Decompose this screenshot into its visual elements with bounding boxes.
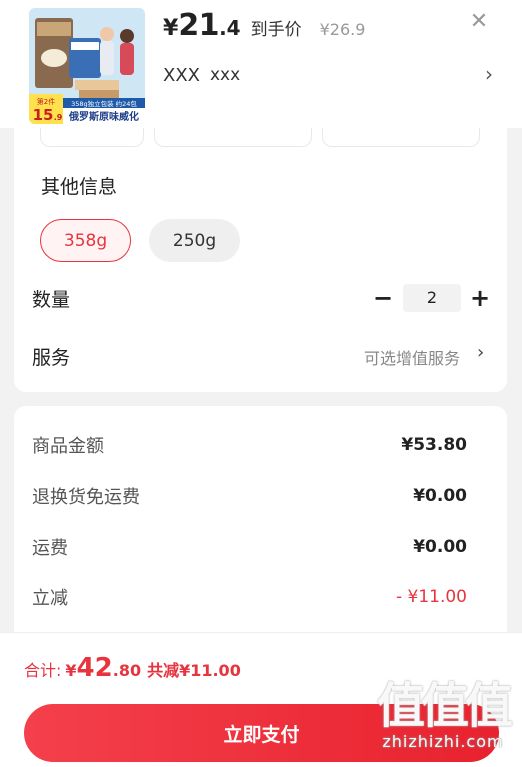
option-250g[interactable]: 250g — [149, 219, 240, 262]
discount-value: - ¥11.00 — [395, 587, 467, 607]
final-price-label: 到手价 — [250, 20, 302, 40]
price-integer: 21 — [178, 8, 220, 43]
quantity-increase-button[interactable]: + — [469, 285, 491, 311]
price-decimal: .4 — [219, 16, 241, 40]
breakdown-row-discount: 立减 - ¥11.00 — [32, 582, 467, 612]
quantity-value[interactable]: 2 — [403, 284, 461, 312]
breakdown-label: 退换货免运费 — [32, 487, 140, 508]
close-icon[interactable]: ✕ — [467, 10, 491, 34]
promo-badge-price: 15 — [33, 106, 54, 124]
options-card: 其他信息 358g 250g 数量 − 2 + 服务 可选增值服务 › — [14, 128, 507, 392]
option-chip-partial[interactable] — [40, 128, 144, 147]
breakdown-value: ¥53.80 — [401, 435, 467, 455]
breakdown-row-goods: 商品金额 ¥53.80 — [32, 430, 467, 460]
breakdown-value: ¥0.00 — [413, 486, 467, 506]
breakdown-label: 立减 — [32, 588, 68, 609]
promo-badge-top: 第2件 — [37, 97, 55, 106]
watermark-logo: 值值值 — [376, 678, 513, 734]
total-decimal: .80 — [112, 661, 142, 680]
spec-main: XXX — [163, 64, 200, 86]
original-price: ¥26.9 — [319, 20, 366, 39]
chevron-right-icon[interactable]: › — [477, 342, 484, 363]
breakdown-row-return-shipping: 退换货免运费 ¥0.00 — [32, 481, 467, 511]
product-thumbnail: 第2件 15 .9 358g独立包装 约24包 俄罗斯原味威化 — [29, 8, 145, 124]
product-summary: 第2件 15 .9 358g独立包装 约24包 俄罗斯原味威化 ¥ 21 .4 … — [0, 0, 522, 128]
banner-text: 俄罗斯原味威化 — [68, 110, 139, 123]
total-currency: ¥ — [65, 661, 77, 680]
pack-caption: 358g独立包装 约24包 — [71, 99, 137, 108]
price-currency: ¥ — [163, 16, 179, 41]
option-chip-partial[interactable] — [322, 128, 480, 147]
promo-badge-price-decimal: .9 — [54, 113, 63, 122]
total-label: 合计: — [24, 661, 62, 680]
price-breakdown-card: 商品金额 ¥53.80 退换货免运费 ¥0.00 运费 ¥0.00 立减 - ¥… — [14, 406, 507, 646]
quantity-decrease-button[interactable]: − — [372, 285, 394, 311]
chevron-right-icon: › — [485, 62, 493, 86]
service-label: 服务 — [32, 347, 71, 369]
other-info-title: 其他信息 — [41, 176, 118, 198]
breakdown-label: 商品金额 — [32, 436, 104, 457]
site-watermark: 值值值 zhizhizhi.com — [368, 680, 518, 764]
spec-sub: xxx — [210, 65, 241, 85]
total-discount: 共减¥11.00 — [147, 661, 241, 680]
service-hint[interactable]: 可选增值服务 — [364, 345, 460, 369]
breakdown-label: 运费 — [32, 538, 68, 559]
watermark-site: zhizhizhi.com — [382, 732, 504, 751]
quantity-label: 数量 — [32, 289, 71, 311]
total-integer: 42 — [76, 653, 113, 683]
option-chip-partial[interactable] — [154, 128, 312, 147]
breakdown-row-shipping: 运费 ¥0.00 — [32, 532, 467, 562]
breakdown-value: ¥0.00 — [413, 537, 467, 557]
option-358g[interactable]: 358g — [40, 219, 131, 262]
price-row: ¥ 21 .4 到手价 ¥26.9 — [163, 8, 365, 43]
selected-spec-row[interactable]: XXX xxx › — [163, 62, 493, 88]
order-total: 合计: ¥ 42 .80 共减¥11.00 — [24, 653, 241, 683]
